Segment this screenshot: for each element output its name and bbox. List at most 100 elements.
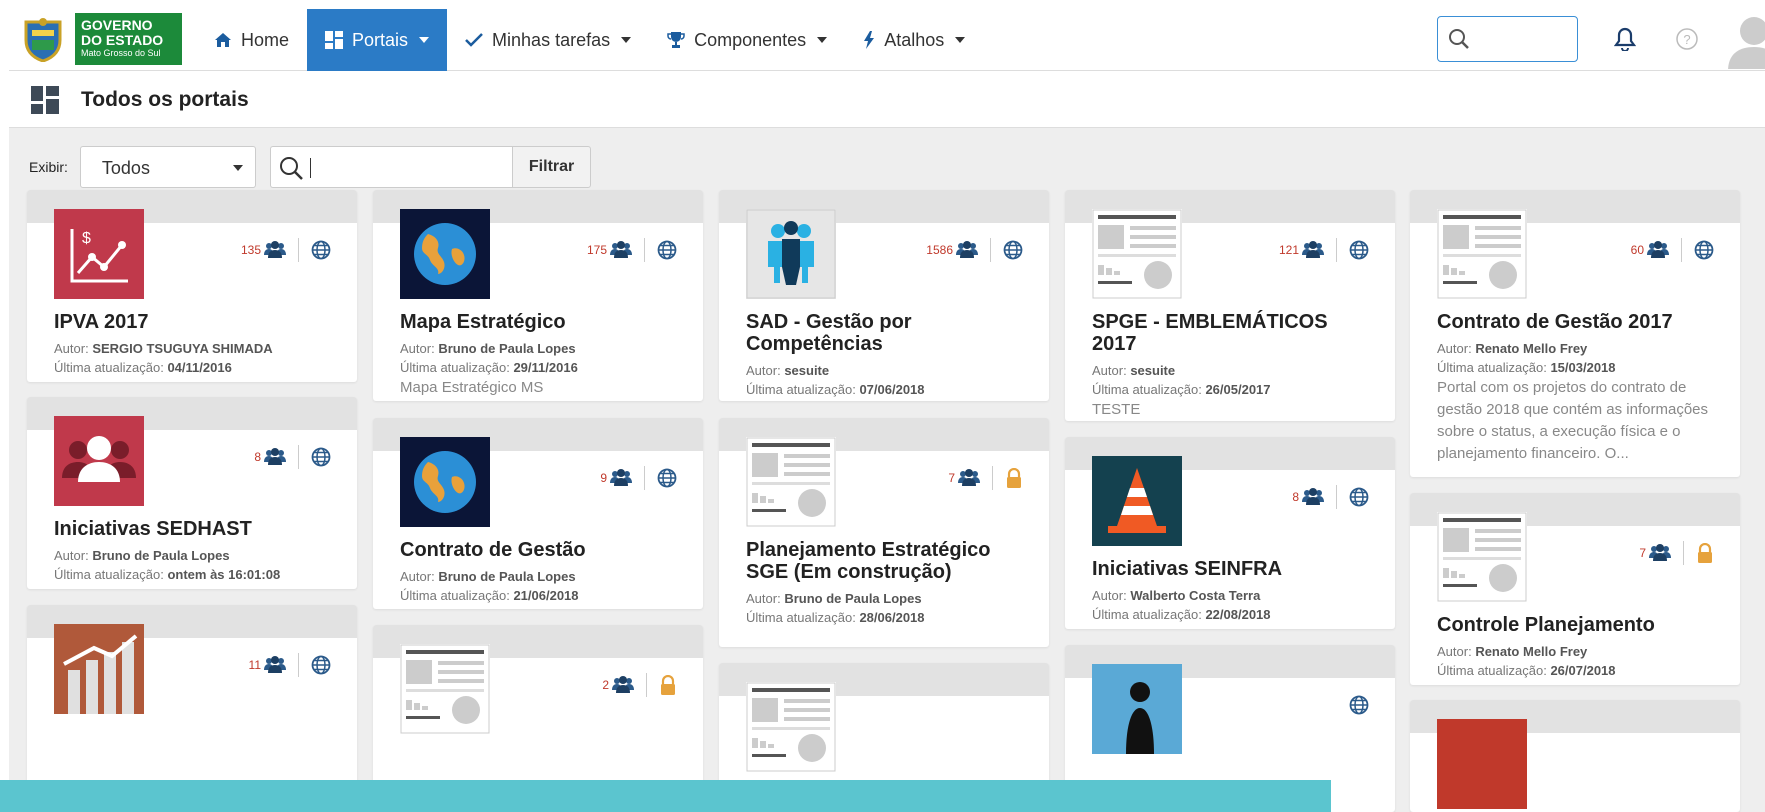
chevron-down-icon: [817, 37, 828, 43]
portal-title[interactable]: Contrato de Gestão 2017: [1437, 311, 1714, 333]
lock-icon[interactable]: [1696, 543, 1714, 563]
portal-title[interactable]: IPVA 2017: [54, 311, 331, 333]
member-count: 7: [1639, 546, 1646, 560]
updated-date: 04/11/2016: [167, 360, 232, 375]
user-avatar[interactable]: [1724, 11, 1765, 69]
portal-thumbnail: $: [54, 209, 144, 299]
filter-button[interactable]: Filtrar: [511, 146, 592, 188]
portal-stats: 7: [1639, 541, 1714, 565]
show-select[interactable]: Todos: [79, 146, 256, 188]
member-count: 121: [1278, 243, 1299, 257]
svg-text:?: ?: [1683, 32, 1690, 47]
portal-card[interactable]: 175 Mapa Estratégico Autor: Bruno de Paula…: [373, 190, 703, 401]
member-count: 60: [1630, 243, 1644, 257]
portal-author: Autor: Bruno de Paula Lopes: [400, 339, 677, 358]
chevron-down-icon: [955, 37, 966, 43]
portal-search-input[interactable]: [269, 146, 512, 188]
nav-atalhos-label: Atalhos: [884, 29, 945, 50]
portal-title[interactable]: Iniciativas SEINFRA: [1092, 558, 1369, 580]
portal-card[interactable]: 60 Contrato de Gestão 2017 Autor: Renato M…: [1410, 190, 1740, 477]
global-search-input[interactable]: [1437, 16, 1578, 62]
nav-portais[interactable]: Portais: [307, 9, 448, 71]
government-logo[interactable]: GOVERNO DO ESTADO Mato Grosso do Sul: [19, 13, 187, 65]
notifications-bell-icon[interactable]: [1613, 27, 1637, 56]
member-count: 135: [240, 243, 261, 257]
portal-card[interactable]: 1586 SAD - Gestão por Competências Autor: …: [719, 190, 1049, 401]
portal-title[interactable]: Contrato de Gestão: [400, 539, 677, 561]
lock-icon[interactable]: [659, 675, 677, 695]
nav-componentes[interactable]: Componentes: [649, 9, 845, 71]
member-count: 7: [948, 471, 955, 485]
author-label: Autor:: [746, 591, 781, 606]
portal-thumbnail: [1437, 512, 1527, 602]
globe-icon[interactable]: [1349, 240, 1369, 260]
portal-title[interactable]: Planejamento Estratégico SGE (Em constru…: [746, 539, 1023, 583]
globe-icon[interactable]: [657, 468, 677, 488]
updated-label: Última atualização:: [1092, 607, 1202, 622]
globe-icon[interactable]: [1349, 487, 1369, 507]
updated-label: Última atualização:: [54, 567, 164, 582]
users-icon: [264, 447, 286, 465]
portal-card[interactable]: [1410, 700, 1740, 812]
updated-label: Última atualização:: [400, 588, 510, 603]
nav-atalhos[interactable]: Atalhos: [845, 9, 983, 71]
portal-card[interactable]: 121 SPGE - EMBLEMÁTICOS 2017 Autor: sesuit…: [1065, 190, 1395, 421]
nav-componentes-label: Componentes: [694, 29, 807, 50]
portal-author: Autor: Bruno de Paula Lopes: [400, 567, 677, 586]
member-count: 1586: [926, 243, 953, 257]
portal-stats: 175: [587, 238, 677, 262]
portal-title[interactable]: Controle Planejamento: [1437, 614, 1714, 636]
author-name: SERGIO TSUGUYA SHIMADA: [92, 341, 273, 356]
portal-card[interactable]: 7 Planejamento Estratégico SGE (Em constr…: [719, 418, 1049, 647]
lock-icon[interactable]: [1005, 468, 1023, 488]
portal-author: Autor: sesuite: [1092, 361, 1369, 380]
member-count: 175: [586, 243, 607, 257]
portal-card[interactable]: 8 Iniciativas SEINFRA Autor: Walberto Cost…: [1065, 437, 1395, 629]
help-icon[interactable]: ?: [1675, 27, 1699, 56]
updated-label: Última atualização:: [1437, 360, 1547, 375]
divider: [1336, 238, 1337, 262]
nav-home[interactable]: Home: [196, 9, 307, 71]
portal-card[interactable]: 8 Iniciativas SEDHAST Autor: Bruno de Paul…: [27, 397, 357, 589]
bolt-icon: [864, 31, 875, 49]
author-label: Autor:: [54, 548, 89, 563]
grid-icon: [325, 31, 344, 49]
author-name: Bruno de Paula Lopes: [438, 341, 576, 356]
portal-description: TESTE: [1092, 401, 1141, 418]
nav-minhas-tarefas-label: Minhas tarefas: [492, 29, 611, 50]
globe-icon[interactable]: [311, 240, 331, 260]
portal-stats: 1586: [926, 238, 1023, 262]
divider: [298, 445, 299, 469]
users-icon: [264, 240, 286, 258]
portal-card[interactable]: $135 IPVA 2017 Autor: SERGIO TSUGUYA SHIMA…: [27, 190, 357, 382]
member-count: 11: [248, 658, 261, 672]
globe-icon[interactable]: [311, 447, 331, 467]
globe-icon[interactable]: [1349, 695, 1369, 715]
divider: [992, 466, 993, 490]
globe-icon[interactable]: [1003, 240, 1023, 260]
updated-date: 26/07/2018: [1550, 663, 1616, 678]
portal-stats: 8: [1292, 485, 1369, 509]
divider: [298, 238, 299, 262]
globe-icon[interactable]: [311, 655, 331, 675]
member-count: 8: [254, 450, 261, 464]
portal-title[interactable]: Iniciativas SEDHAST: [54, 518, 331, 540]
member-count: 8: [1292, 490, 1299, 504]
updated-date: 29/11/2016: [513, 360, 578, 375]
portal-title[interactable]: SPGE - EMBLEMÁTICOS 2017: [1092, 311, 1369, 355]
divider: [646, 673, 647, 697]
portal-card[interactable]: 9 Contrato de Gestão Autor: Bruno de Paula…: [373, 418, 703, 609]
author-label: Autor:: [400, 341, 435, 356]
portal-title[interactable]: Mapa Estratégico: [400, 311, 677, 333]
nav-minhas-tarefas[interactable]: Minhas tarefas: [447, 9, 649, 71]
portal-title[interactable]: SAD - Gestão por Competências: [746, 311, 1023, 355]
author-name: Renato Mello Frey: [1475, 341, 1588, 356]
globe-icon[interactable]: [657, 240, 677, 260]
check-icon: [465, 33, 483, 47]
globe-icon[interactable]: [1694, 240, 1714, 260]
portal-updated: Última atualização: ontem às 16:01:08: [54, 565, 331, 584]
portal-list-area: Exibir: Todos Filtrar $135 IPVA 2017 Autor…: [9, 128, 1765, 812]
portal-thumbnail: [400, 209, 490, 299]
portal-card[interactable]: 7 Controle Planejamento Autor: Renato Mell…: [1410, 493, 1740, 685]
updated-date: 28/06/2018: [859, 610, 925, 625]
